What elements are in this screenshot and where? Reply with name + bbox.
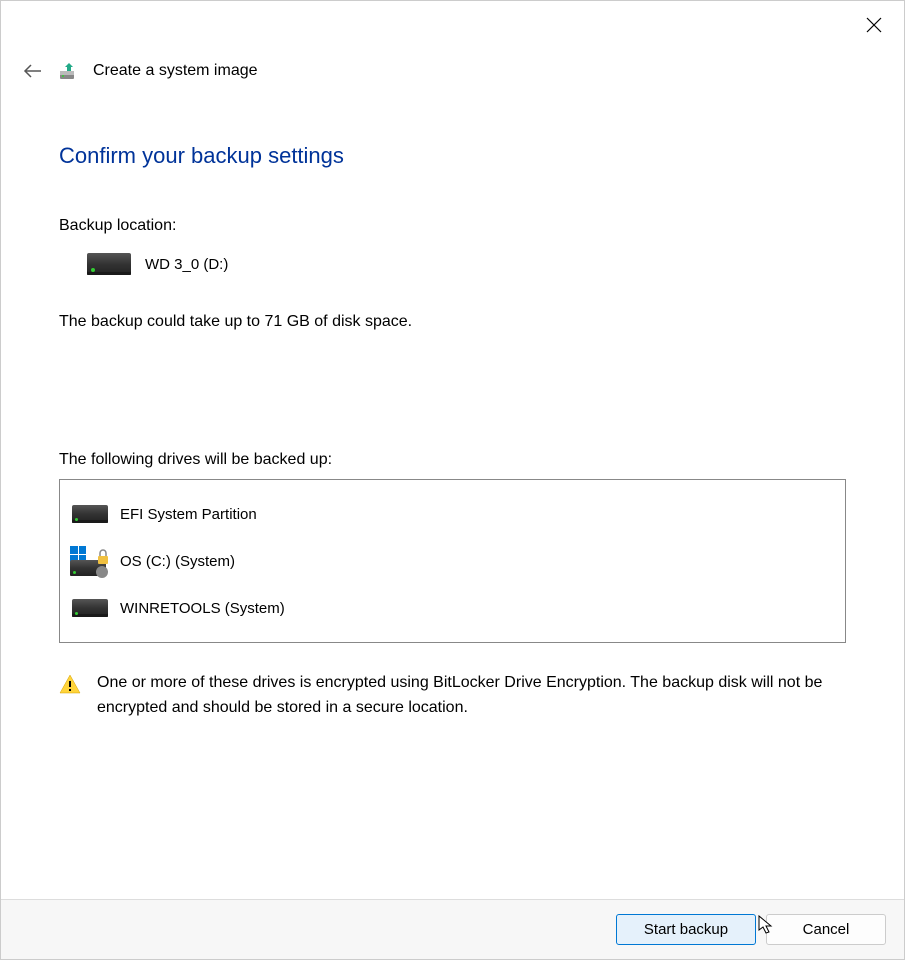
page-heading: Confirm your backup settings	[59, 143, 846, 169]
window-title: Create a system image	[93, 62, 258, 80]
drive-icon	[70, 596, 110, 620]
drive-label: OS (C:) (System)	[120, 553, 235, 570]
close-button[interactable]	[862, 13, 886, 37]
drives-list: EFI System Partition OS (C:) (System)	[59, 479, 846, 643]
drive-label: EFI System Partition	[120, 506, 257, 523]
header: Create a system image	[1, 1, 904, 83]
drive-icon	[87, 253, 131, 275]
gear-icon	[96, 566, 108, 578]
list-item: EFI System Partition	[70, 492, 835, 536]
warning-message: One or more of these drives is encrypted…	[59, 671, 846, 721]
os-locked-drive-icon	[70, 546, 110, 576]
dialog-window: Create a system image Confirm your backu…	[0, 0, 905, 960]
backup-location-label: Backup location:	[59, 217, 846, 235]
drive-label: WINRETOOLS (System)	[120, 600, 285, 617]
back-arrow-icon	[23, 61, 43, 81]
drive-icon	[70, 502, 110, 526]
size-estimate: The backup could take up to 71 GB of dis…	[59, 313, 846, 331]
list-item: OS (C:) (System)	[70, 536, 835, 586]
content-area: Confirm your backup settings Backup loca…	[1, 83, 904, 899]
close-icon	[866, 17, 882, 33]
backup-location-value: WD 3_0 (D:)	[145, 256, 228, 273]
drives-list-label: The following drives will be backed up:	[59, 451, 846, 469]
warning-icon	[59, 673, 81, 695]
lock-icon	[96, 549, 110, 565]
warning-text: One or more of these drives is encrypted…	[97, 671, 846, 721]
start-backup-button[interactable]: Start backup	[616, 914, 756, 945]
back-button[interactable]	[21, 59, 45, 83]
dialog-footer: Start backup Cancel	[1, 899, 904, 959]
cancel-button[interactable]: Cancel	[766, 914, 886, 945]
backup-location-row: WD 3_0 (D:)	[87, 253, 846, 275]
system-image-icon	[59, 61, 79, 81]
list-item: WINRETOOLS (System)	[70, 586, 835, 630]
